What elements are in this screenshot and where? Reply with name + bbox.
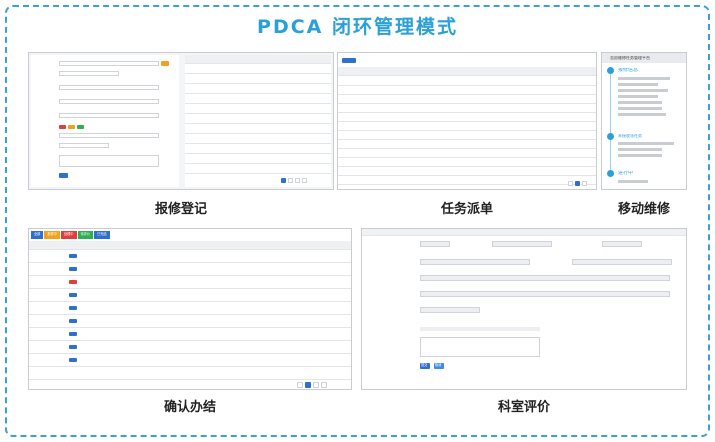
caption-repair-register: 报修登记 xyxy=(154,202,207,217)
comment-textarea[interactable] xyxy=(420,337,540,357)
caption-mobile-repair: 移动维修 xyxy=(617,202,670,217)
dept-eval-screenshot: 提交 取消 xyxy=(361,228,687,390)
page-title: PDCA 闭环管理模式 xyxy=(257,16,458,38)
caption-confirm-close: 确认办结 xyxy=(163,400,216,415)
confirm-close-screenshot: 全部 报修中 处理中 待评价 已完结 xyxy=(28,228,352,390)
upload-button[interactable] xyxy=(161,61,169,66)
dispatch-button[interactable] xyxy=(342,58,356,63)
register-form xyxy=(31,55,179,187)
tab-processing[interactable]: 处理中 xyxy=(60,231,77,239)
repair-register-screenshot xyxy=(28,52,334,190)
register-table xyxy=(185,55,331,187)
tab-reporting[interactable]: 报修中 xyxy=(44,231,60,239)
mobile-app-header: 志愿维修任务管理平台 xyxy=(602,53,686,63)
task-dispatch-screenshot xyxy=(337,52,597,190)
caption-task-dispatch: 任务派单 xyxy=(440,202,493,217)
submit-eval-button[interactable]: 提交 xyxy=(420,363,430,369)
submit-register-button[interactable] xyxy=(59,173,68,178)
mobile-repair-screenshot: 志愿维修任务管理平台 报修信息 未接收派任务 进行中 xyxy=(601,52,687,190)
caption-dept-eval: 科室评价 xyxy=(497,400,550,415)
tab-pending-eval[interactable]: 待评价 xyxy=(77,231,94,239)
cancel-eval-button[interactable]: 取消 xyxy=(434,363,444,369)
tab-completed[interactable]: 已完结 xyxy=(94,231,110,239)
status-tabs: 全部 报修中 处理中 待评价 已完结 xyxy=(31,231,110,239)
tab-all[interactable]: 全部 xyxy=(31,231,44,239)
rating-options[interactable] xyxy=(420,327,540,331)
